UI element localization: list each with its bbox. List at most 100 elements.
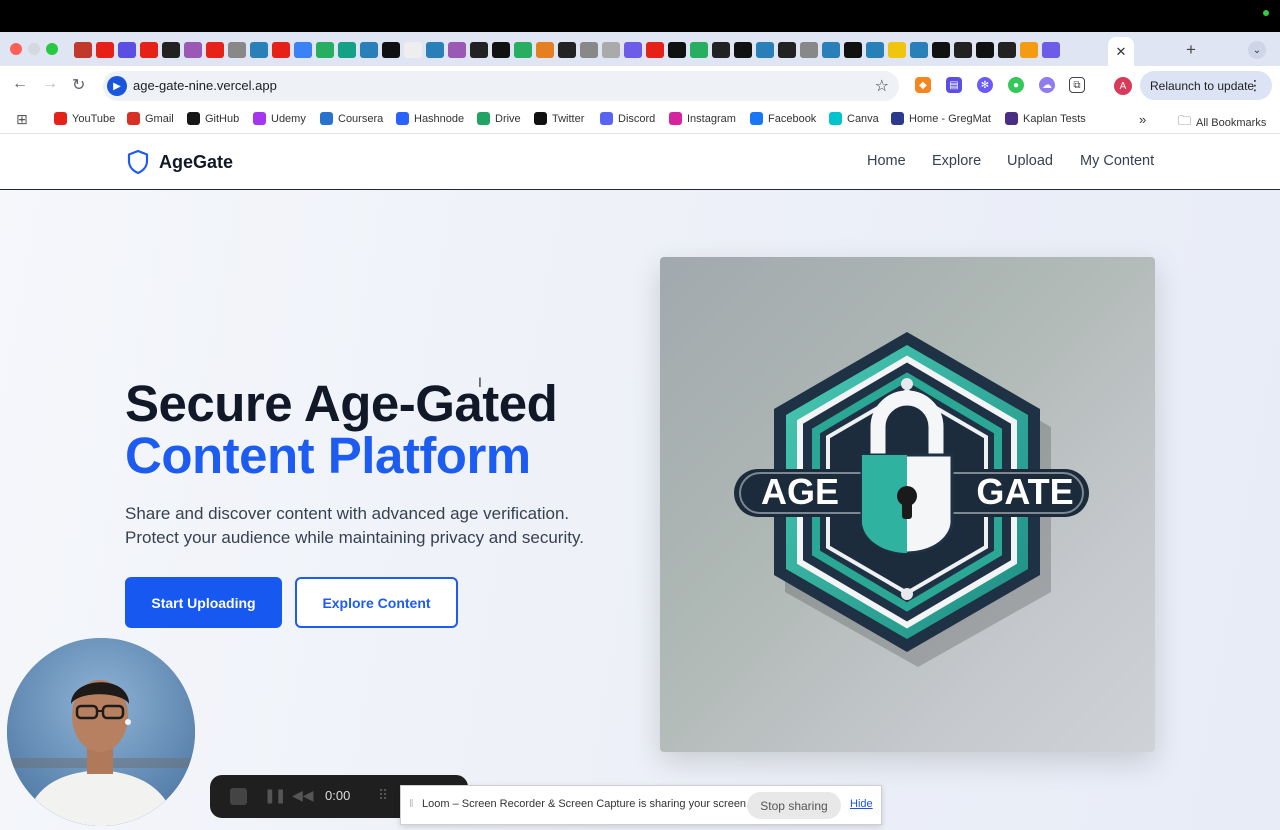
pinned-tab-favicon-icon[interactable] [910,42,928,58]
extensions-puzzle-icon[interactable]: ⧉ [1069,77,1085,93]
bookmark-star-icon[interactable]: ☆ [875,76,889,96]
nav-my-content[interactable]: My Content [1080,153,1154,169]
pinned-tab-favicon-icon[interactable] [426,42,444,58]
bookmark-canva[interactable]: Canva [829,112,879,125]
apps-grid-icon[interactable]: ⊞ [16,111,28,128]
bookmark-kaplan-tests[interactable]: Kaplan Tests [1005,112,1086,125]
pinned-tab-favicon-icon[interactable] [536,42,554,58]
pinned-tab-favicon-icon[interactable] [294,42,312,58]
pinned-tab-favicon-icon[interactable] [712,42,730,58]
close-window-button[interactable] [10,43,22,55]
pinned-tab-favicon-icon[interactable] [448,42,466,58]
pinned-tab-favicon-icon[interactable] [338,42,356,58]
pinned-tab-favicon-icon[interactable] [514,42,532,58]
bookmark-github[interactable]: GitHub [187,112,239,125]
pinned-tab-favicon-icon[interactable] [382,42,400,58]
extension-icon[interactable]: ▤ [946,77,962,93]
reload-button[interactable]: ↻ [72,75,85,95]
bookmark-youtube[interactable]: YouTube [54,112,115,125]
browser-menu-icon[interactable]: ⋮ [1248,77,1262,94]
active-tab[interactable]: ✕ [1108,37,1134,66]
pinned-tab-favicon-icon[interactable] [140,42,158,58]
pinned-tab-favicon-icon[interactable] [162,42,180,58]
pinned-tab-favicon-icon[interactable] [1020,42,1038,58]
all-bookmarks-folder[interactable]: 🗀 All Bookmarks [1178,112,1266,134]
shield-logo-icon[interactable] [127,149,149,175]
extension-green-icon[interactable]: ● [1008,77,1024,93]
nav-upload[interactable]: Upload [1007,153,1053,169]
extension-gear-icon[interactable]: ✻ [977,77,993,93]
profile-avatar[interactable]: A [1114,77,1132,95]
pinned-tab-favicon-icon[interactable] [272,42,290,58]
pinned-tab-favicon-icon[interactable] [96,42,114,58]
pinned-tab-favicon-icon[interactable] [800,42,818,58]
pinned-tab-favicon-icon[interactable] [558,42,576,58]
pinned-tab-favicon-icon[interactable] [250,42,268,58]
brand-name[interactable]: AgeGate [159,152,233,173]
bookmark-home-gregmat[interactable]: Home - GregMat [891,112,991,125]
pinned-tab-favicon-icon[interactable] [954,42,972,58]
relaunch-button[interactable]: Relaunch to update ⋮ [1140,71,1272,100]
bookmark-twitter[interactable]: Twitter [534,112,584,125]
site-info-icon[interactable]: ▶ [107,76,127,96]
pinned-tab-favicon-icon[interactable] [932,42,950,58]
pinned-tab-favicon-icon[interactable] [976,42,994,58]
pinned-tab-favicon-icon[interactable] [492,42,510,58]
pinned-tab-favicon-icon[interactable] [668,42,686,58]
pinned-tab-favicon-icon[interactable] [888,42,906,58]
extension-cloud-icon[interactable]: ☁ [1039,77,1055,93]
minimize-window-button[interactable] [28,43,40,55]
address-url[interactable]: age-gate-nine.vercel.app [133,78,277,93]
pinned-tab-favicon-icon[interactable] [822,42,840,58]
close-tab-icon[interactable]: ✕ [1116,44,1127,60]
pause-recording-icon[interactable]: ❚❚ [264,787,286,804]
webcam-bubble[interactable] [7,638,195,826]
nav-home[interactable]: Home [867,153,906,169]
maximize-window-button[interactable] [46,43,58,55]
pinned-tab-favicon-icon[interactable] [118,42,136,58]
nav-explore[interactable]: Explore [932,153,981,169]
forward-button[interactable]: → [42,75,58,93]
bookmark-instagram[interactable]: Instagram [669,112,736,125]
tab-search-button[interactable]: ⌄ [1248,41,1266,59]
pinned-tab-favicon-icon[interactable] [316,42,334,58]
stop-recording-button[interactable] [230,788,247,805]
hide-button[interactable]: Hide [850,798,873,810]
pinned-tab-favicon-icon[interactable] [998,42,1016,58]
pinned-tab-favicon-icon[interactable] [580,42,598,58]
pinned-tab-favicon-icon[interactable] [734,42,752,58]
pinned-tab-favicon-icon[interactable] [690,42,708,58]
bookmark-udemy[interactable]: Udemy [253,112,306,125]
pinned-tab-favicon-icon[interactable] [404,42,422,58]
restart-recording-icon[interactable]: ◀◀ [292,787,314,804]
back-button[interactable]: ← [12,75,28,93]
bookmark-discord[interactable]: Discord [600,112,655,125]
pinned-tab-favicon-icon[interactable] [360,42,378,58]
new-tab-button[interactable]: + [1186,40,1196,60]
pinned-tab-favicon-icon[interactable] [1042,42,1060,58]
pinned-tab-favicon-icon[interactable] [844,42,862,58]
bookmark-hashnode[interactable]: Hashnode [396,112,464,125]
more-bookmarks-chevron-icon[interactable]: » [1139,112,1146,127]
pinned-tab-favicon-icon[interactable] [74,42,92,58]
pinned-tab-favicon-icon[interactable] [866,42,884,58]
explore-content-button[interactable]: Explore Content [295,577,458,628]
pinned-tab-favicon-icon[interactable] [756,42,774,58]
bookmark-facebook[interactable]: Facebook [750,112,816,125]
start-uploading-button[interactable]: Start Uploading [125,577,282,628]
bookmark-drive[interactable]: Drive [477,112,521,125]
pinned-tab-favicon-icon[interactable] [602,42,620,58]
pinned-tab-favicon-icon[interactable] [228,42,246,58]
drawing-tools-icon[interactable]: ⠿ [378,787,388,804]
pinned-tab-favicon-icon[interactable] [778,42,796,58]
pinned-tab-favicon-icon[interactable] [646,42,664,58]
drag-handle-icon[interactable]: ‖ [409,798,414,810]
stop-sharing-button[interactable]: Stop sharing [747,792,841,819]
pinned-tab-favicon-icon[interactable] [470,42,488,58]
pinned-tab-favicon-icon[interactable] [184,42,202,58]
pinned-tab-favicon-icon[interactable] [206,42,224,58]
pinned-tab-favicon-icon[interactable] [624,42,642,58]
metamask-extension-icon[interactable]: ◆ [915,77,931,93]
bookmark-gmail[interactable]: Gmail [127,112,174,125]
address-bar[interactable]: ▶ age-gate-nine.vercel.app ☆ [103,71,899,101]
